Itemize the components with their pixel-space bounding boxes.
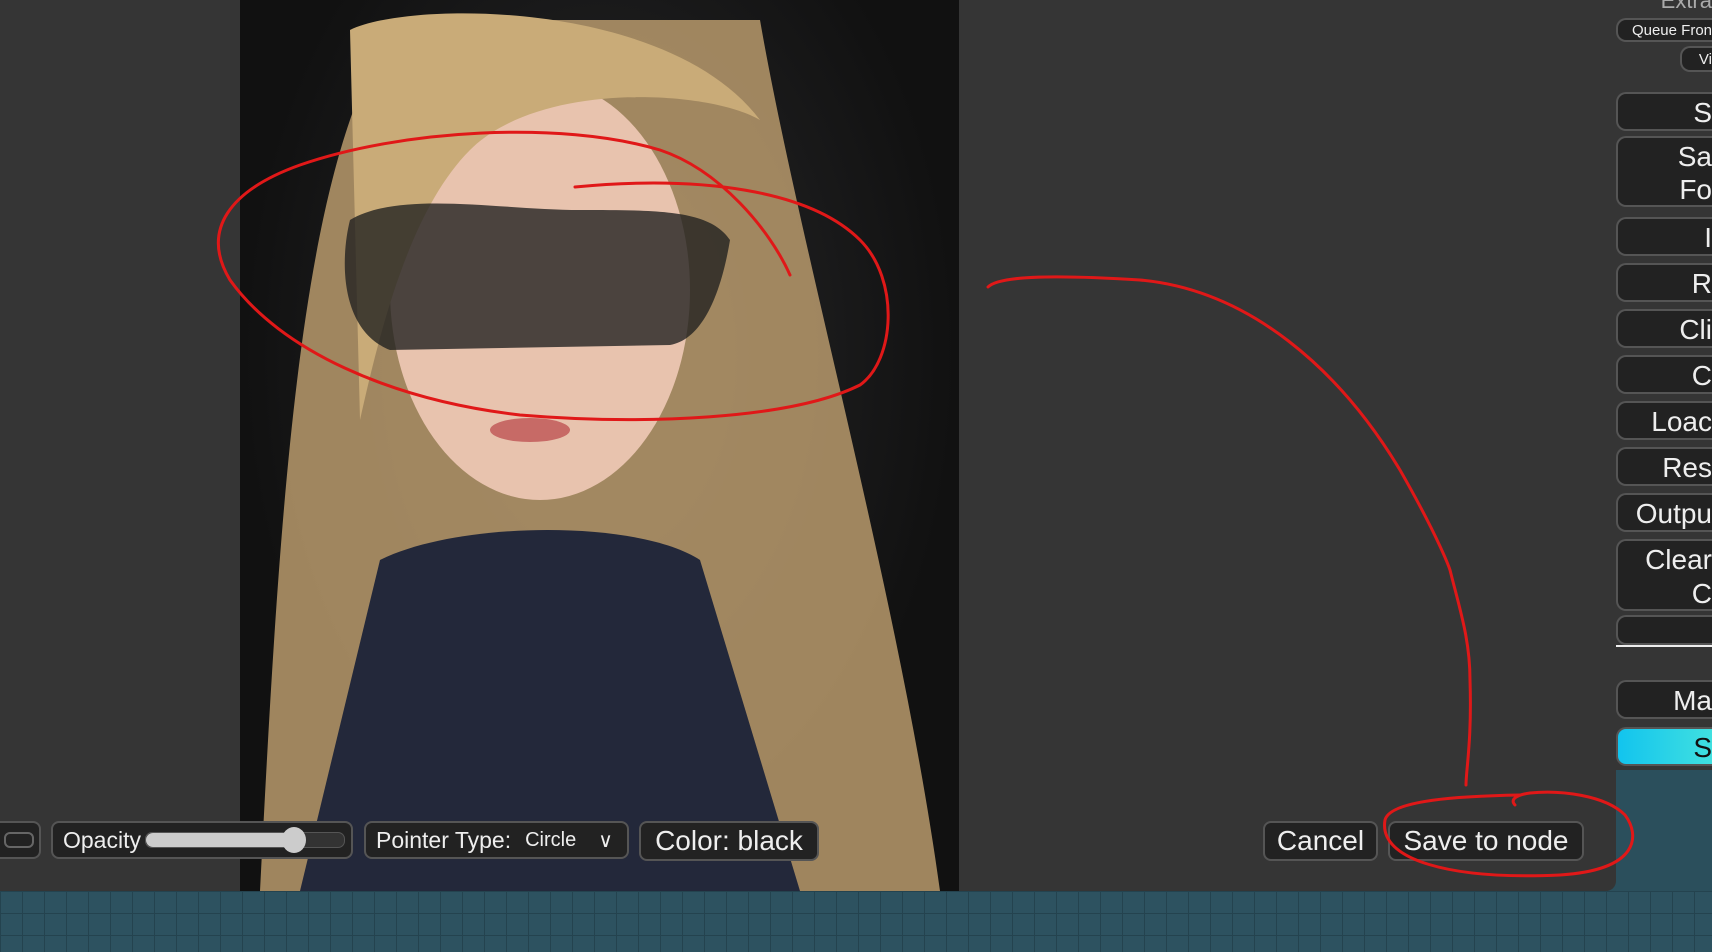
pointer-type-select[interactable]: Circle	[525, 829, 576, 852]
menu-button[interactable]: Res	[1616, 447, 1712, 486]
menu-button[interactable]: I	[1616, 217, 1712, 256]
view-button[interactable]: Vi	[1680, 46, 1712, 72]
menu-button[interactable]: R	[1616, 263, 1712, 302]
portrait-image	[260, 13, 940, 891]
menu-button[interactable]: S	[1616, 92, 1712, 131]
portrait-image-canvas[interactable]	[240, 0, 959, 891]
side-menu-panel: Extra Queue Fron Vi S Sa Fo I R Cli C Lo…	[1616, 0, 1712, 770]
menu-button[interactable]: Cli	[1616, 309, 1712, 348]
brush-size-control[interactable]	[0, 821, 41, 859]
pointer-type-control[interactable]: Pointer Type: Circle ∨	[364, 821, 629, 859]
color-button[interactable]: Color: black	[639, 821, 819, 861]
canvas-grid	[0, 891, 1712, 952]
opacity-label: Opacity	[63, 826, 141, 853]
chevron-down-icon[interactable]: ∨	[598, 828, 613, 853]
menu-button[interactable]: Clear C	[1616, 539, 1712, 611]
mask-editor: Opacity Pointer Type: Circle ∨ Color: bl…	[0, 0, 1616, 891]
menu-button[interactable]: Sa Fo	[1616, 136, 1712, 207]
pointer-type-label: Pointer Type:	[376, 826, 512, 853]
accent-button[interactable]: S	[1616, 727, 1712, 766]
menu-button[interactable]: Ma	[1616, 680, 1712, 719]
cancel-button[interactable]: Cancel	[1263, 821, 1378, 861]
brush-size-slider[interactable]	[4, 832, 34, 848]
menu-button[interactable]: Loac	[1616, 401, 1712, 440]
divider	[1616, 645, 1712, 647]
save-to-node-button[interactable]: Save to node	[1388, 821, 1584, 861]
menu-button[interactable]: C	[1616, 355, 1712, 394]
menu-button[interactable]	[1616, 615, 1712, 645]
opacity-slider-thumb[interactable]	[282, 827, 307, 853]
panel-header: Extra	[1660, 0, 1712, 13]
queue-front-button[interactable]: Queue Fron	[1616, 18, 1712, 42]
opacity-slider[interactable]	[144, 827, 345, 853]
opacity-control: Opacity	[51, 821, 353, 859]
menu-button[interactable]: Outpu	[1616, 493, 1712, 532]
